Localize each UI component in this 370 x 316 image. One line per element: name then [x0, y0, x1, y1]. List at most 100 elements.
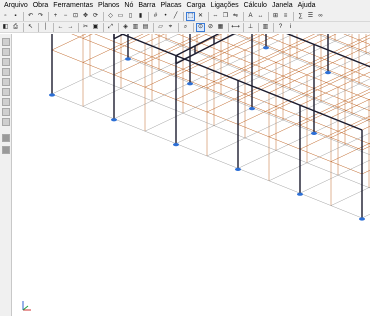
arrow-icon[interactable]: ↖ — [26, 23, 35, 32]
view-front-icon[interactable]: ▯ — [126, 12, 135, 21]
toolbar-separator — [48, 11, 49, 21]
chart-icon[interactable]: ▥ — [261, 23, 270, 32]
purlin-beam — [206, 34, 322, 89]
arrow-left-icon[interactable]: ← — [56, 23, 65, 32]
secondary-toolbar: ◧ ⎙ ↖ │ ← → ✂ ▣ ⤢ ◈ ▥ ▤ ▱ ⌖ ⌕ ⊙ ⊘ ▦ ⟷ ⊥ ▥? i — [0, 22, 370, 33]
menu-ligacoes[interactable]: Ligações — [211, 0, 239, 11]
info-icon[interactable]: i — [286, 23, 295, 32]
main-toolbar: ▫ ▪ ↶ ↷ + − ⊡ ✥ ⟳ ◇ ▭ ▯ ▮ # • ╱ ⬚ ✕ ⇔ ❐ ⇋ A ↔ ⊞ ≡ ∑ ☰ ∞ — [0, 11, 370, 22]
bar-select-icon[interactable]: ⊘ — [206, 23, 215, 32]
menu-placas[interactable]: Placas — [160, 0, 181, 11]
paste-icon[interactable]: ▣ — [91, 23, 100, 32]
palette-grip-icon[interactable] — [2, 118, 10, 126]
toolbar-separator — [103, 22, 104, 32]
support-icon — [173, 143, 179, 147]
support-icon — [49, 93, 55, 97]
zoom-in-icon[interactable]: + — [51, 12, 60, 21]
purlin-beam — [280, 34, 370, 42]
vertical-icon[interactable]: │ — [41, 23, 50, 32]
palette-grip-icon[interactable] — [2, 88, 10, 96]
view-top-icon[interactable]: ▭ — [116, 12, 125, 21]
pan-icon[interactable]: ✥ — [81, 12, 90, 21]
menu-ajuda[interactable]: Ajuda — [298, 0, 316, 11]
measure-icon[interactable]: ⟷ — [231, 23, 240, 32]
menu-arquivo[interactable]: Arquivo — [4, 0, 28, 11]
palette-grip-icon[interactable] — [2, 98, 10, 106]
toolbar-separator — [153, 22, 154, 32]
plane-icon[interactable]: ▱ — [156, 23, 165, 32]
copy-icon[interactable]: ❐ — [221, 12, 230, 21]
palette-grip-icon[interactable] — [2, 68, 10, 76]
main-frames — [51, 34, 370, 218]
zoom-window-icon[interactable]: ⊡ — [71, 12, 80, 21]
binoculars-icon[interactable]: ∞ — [316, 12, 325, 21]
grid-line — [144, 34, 351, 132]
toolbar-separator — [23, 22, 24, 32]
palette-grip-icon[interactable] — [2, 58, 10, 66]
support-icon — [325, 71, 331, 75]
palette-grip-icon[interactable] — [2, 108, 10, 116]
zoom-all-icon[interactable]: ⊞ — [271, 12, 280, 21]
palette-grip-icon[interactable] — [2, 78, 10, 86]
pin-icon[interactable]: ⊥ — [246, 23, 255, 32]
left-tool-palette — [0, 34, 12, 316]
view-side-icon[interactable]: ▮ — [136, 12, 145, 21]
move-icon[interactable]: ⇔ — [211, 12, 220, 21]
zoom-extents-icon[interactable]: ⤢ — [106, 23, 115, 32]
open-icon[interactable]: ◧ — [1, 23, 10, 32]
menu-planos[interactable]: Planos — [98, 0, 119, 11]
zoom-out-icon[interactable]: − — [61, 12, 70, 21]
palette-handle-icon[interactable] — [2, 146, 10, 154]
calc-icon[interactable]: ∑ — [296, 12, 305, 21]
support-icon — [187, 82, 193, 86]
save-icon[interactable]: ▪ — [11, 12, 20, 21]
purlin-beam — [237, 61, 370, 125]
magnify-icon[interactable]: ⌕ — [181, 23, 190, 32]
toolbar-separator — [148, 11, 149, 21]
menu-obra[interactable]: Obra — [33, 0, 49, 11]
undo-icon[interactable]: ↶ — [26, 12, 35, 21]
node-select-icon[interactable]: ⊙ — [196, 22, 205, 32]
redo-icon[interactable]: ↷ — [36, 12, 45, 21]
palette-grip-icon[interactable] — [2, 48, 10, 56]
palette-handle-icon[interactable] — [2, 134, 10, 142]
rotate-icon[interactable]: ⟳ — [91, 12, 100, 21]
help-icon[interactable]: ? — [276, 23, 285, 32]
view-3d-icon[interactable]: ◇ — [106, 12, 115, 21]
new-icon[interactable]: ▫ — [1, 12, 10, 21]
menu-ferramentas[interactable]: Ferramentas — [53, 0, 93, 11]
front-icon[interactable]: ▥ — [131, 23, 140, 32]
menu-no[interactable]: Nó — [124, 0, 133, 11]
cut-icon[interactable]: ✂ — [81, 23, 90, 32]
snap-icon[interactable]: ⌖ — [166, 23, 175, 32]
model-3d-viewport[interactable] — [12, 34, 370, 316]
dimension-icon[interactable]: ↔ — [256, 12, 265, 21]
select-icon[interactable]: ⬚ — [186, 11, 195, 21]
menu-barra[interactable]: Barra — [138, 0, 155, 11]
report-icon[interactable]: ☰ — [306, 12, 315, 21]
arrow-right-icon[interactable]: → — [66, 23, 75, 32]
menu-calculo[interactable]: Cálculo — [244, 0, 267, 11]
palette-grip-icon[interactable] — [2, 38, 10, 46]
toolbar-separator — [103, 11, 104, 21]
erase-icon[interactable]: ✕ — [196, 12, 205, 21]
grid-icon[interactable]: # — [151, 12, 160, 21]
menu-janela[interactable]: Janela — [272, 0, 293, 11]
mirror-icon[interactable]: ⇋ — [231, 12, 240, 21]
toolbar-separator — [273, 22, 274, 32]
top-icon[interactable]: ▤ — [141, 23, 150, 32]
text-icon[interactable]: A — [246, 12, 255, 21]
menu-carga[interactable]: Carga — [186, 0, 205, 11]
layer-icon[interactable]: ≡ — [281, 12, 290, 21]
support-icon — [111, 118, 117, 122]
plate-select-icon[interactable]: ▦ — [216, 23, 225, 32]
purlin-beam — [144, 34, 208, 64]
print-icon[interactable]: ⎙ — [11, 23, 20, 32]
node-icon[interactable]: • — [161, 12, 170, 21]
grid-line — [51, 34, 180, 95]
axis-indicator-icon — [22, 301, 31, 311]
3d-cube-icon[interactable]: ◈ — [121, 23, 130, 32]
purlin-beam — [299, 71, 370, 106]
bar-icon[interactable]: ╱ — [171, 12, 180, 21]
toolbar-separator — [228, 22, 229, 32]
